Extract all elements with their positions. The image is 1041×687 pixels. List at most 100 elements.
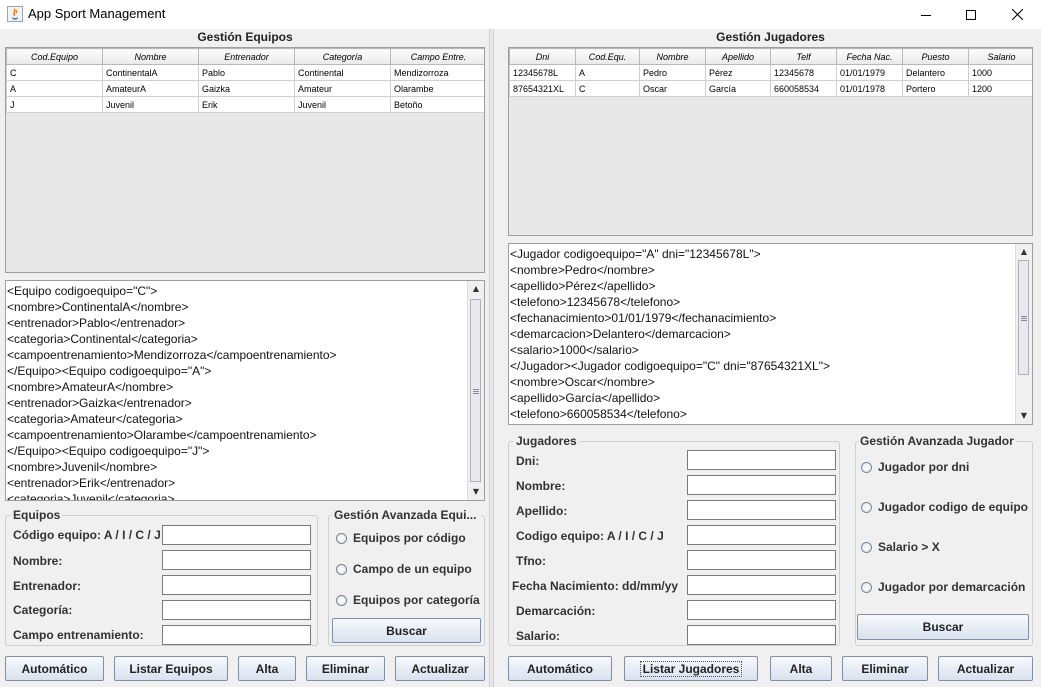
table-cell[interactable]: 12345678	[770, 64, 837, 81]
column-header[interactable]: Cod.Equipo	[6, 48, 103, 65]
equipos-automatico-button[interactable]: Automático	[5, 656, 104, 681]
table-row[interactable]: 12345678L A Pedro Pérez 12345678 01/01/1979 De…	[509, 64, 1032, 81]
table-cell[interactable]: A	[6, 80, 103, 97]
jugadores-automatico-button[interactable]: Automático	[508, 656, 612, 681]
radio-equipos-por-codigo[interactable]: Equipos por código	[336, 531, 466, 545]
column-header[interactable]: Fecha Nac.	[836, 48, 903, 65]
scroll-down-icon[interactable]: ▼	[468, 484, 484, 500]
table-row[interactable]: J Juvenil Erik Juvenil Betoño	[6, 96, 484, 113]
column-header[interactable]: Campo Entre.	[390, 48, 484, 65]
equipos-xml-textarea[interactable]: <Equipo codigoequipo="C"> <nombre>Contine…	[5, 280, 485, 501]
codigo-equipo-jugador-field[interactable]	[687, 525, 836, 545]
equipos-actualizar-button[interactable]: Actualizar	[395, 656, 485, 681]
table-cell[interactable]: Oscar	[639, 80, 706, 97]
radio-button-icon[interactable]	[336, 532, 347, 544]
dni-field[interactable]	[687, 450, 836, 470]
radio-jugador-por-dni[interactable]: Jugador por dni	[861, 460, 969, 474]
equipos-buscar-button[interactable]: Buscar	[332, 618, 481, 643]
table-cell[interactable]: Mendizorroza	[390, 64, 484, 81]
column-header[interactable]: Entrenador	[198, 48, 295, 65]
table-cell[interactable]: Betoño	[390, 96, 484, 113]
equipos-eliminar-button[interactable]: Eliminar	[306, 656, 385, 681]
radio-button-icon[interactable]	[861, 541, 872, 553]
table-row[interactable]: 87654321XL C Oscar García 660058534 01/01/197…	[509, 80, 1032, 97]
table-cell[interactable]: 12345678L	[509, 64, 576, 81]
scroll-thumb[interactable]	[470, 299, 481, 482]
column-header[interactable]: Dni	[509, 48, 576, 65]
tfno-field[interactable]	[687, 550, 836, 570]
entrenador-field[interactable]	[162, 575, 311, 595]
table-cell[interactable]: J	[6, 96, 103, 113]
table-cell[interactable]: 87654321XL	[509, 80, 576, 97]
listar-jugadores-button[interactable]: Listar Jugadores	[624, 656, 758, 681]
table-cell[interactable]: Portero	[902, 80, 969, 97]
jugadores-actualizar-button[interactable]: Actualizar	[938, 656, 1033, 681]
jugadores-xml-scrollbar[interactable]: ▲ ▼	[1015, 244, 1032, 424]
column-header[interactable]: Cod.Equ.	[575, 48, 640, 65]
fecha-nacimiento-field[interactable]	[687, 575, 836, 595]
column-header[interactable]: Categoría	[294, 48, 391, 65]
column-header[interactable]: Nombre	[639, 48, 706, 65]
table-cell[interactable]: Continental	[294, 64, 391, 81]
close-button[interactable]	[994, 0, 1040, 29]
table-cell[interactable]: 660058534	[770, 80, 837, 97]
equipos-alta-button[interactable]: Alta	[238, 656, 296, 681]
table-cell[interactable]: Pablo	[198, 64, 295, 81]
table-cell[interactable]: Pedro	[639, 64, 706, 81]
campo-entrenamiento-field[interactable]	[162, 625, 311, 645]
listar-equipos-button[interactable]: Listar Equipos	[114, 656, 228, 681]
categoria-field[interactable]	[162, 600, 311, 620]
jugadores-eliminar-button[interactable]: Eliminar	[842, 656, 928, 681]
radio-button-icon[interactable]	[336, 563, 347, 575]
salario-field[interactable]	[687, 625, 836, 645]
radio-button-icon[interactable]	[861, 581, 872, 593]
table-row[interactable]: C ContinentalA Pablo Continental Mendizorroz…	[6, 64, 484, 81]
nombre-jugador-field[interactable]	[687, 475, 836, 495]
equipos-table[interactable]: Cod.Equipo Nombre Entrenador Categoría Campo…	[5, 47, 485, 273]
apellido-field[interactable]	[687, 500, 836, 520]
table-cell[interactable]: Amateur	[294, 80, 391, 97]
table-cell[interactable]: Gaizka	[198, 80, 295, 97]
table-cell[interactable]: 1200	[968, 80, 1032, 97]
demarcacion-field[interactable]	[687, 600, 836, 620]
table-cell[interactable]: 1000	[968, 64, 1032, 81]
minimize-button[interactable]	[903, 0, 949, 29]
table-cell[interactable]: Juvenil	[294, 96, 391, 113]
jugadores-alta-button[interactable]: Alta	[770, 656, 832, 681]
jugadores-buscar-button[interactable]: Buscar	[857, 614, 1029, 640]
radio-salario-mayor-x[interactable]: Salario > X	[861, 540, 940, 554]
column-header[interactable]: Telf	[770, 48, 837, 65]
column-header[interactable]: Apellido	[705, 48, 771, 65]
table-cell[interactable]: AmateurA	[102, 80, 199, 97]
scroll-thumb[interactable]	[1018, 260, 1029, 375]
table-cell[interactable]: Pérez	[705, 64, 771, 81]
table-cell[interactable]: 01/01/1979	[836, 64, 903, 81]
radio-button-icon[interactable]	[861, 461, 872, 473]
column-header[interactable]: Nombre	[102, 48, 199, 65]
table-cell[interactable]: A	[575, 64, 640, 81]
maximize-button[interactable]	[948, 0, 994, 29]
radio-button-icon[interactable]	[861, 501, 872, 513]
column-header[interactable]: Salario	[968, 48, 1032, 65]
column-header[interactable]: Puesto	[902, 48, 969, 65]
split-pane-divider[interactable]	[489, 29, 494, 687]
nombre-equipo-field[interactable]	[162, 550, 311, 570]
radio-equipos-por-categoria[interactable]: Equipos por categoría	[336, 593, 480, 607]
scroll-up-icon[interactable]: ▲	[468, 281, 484, 297]
jugadores-xml-textarea[interactable]: <Jugador codigoequipo="A" dni="12345678L…	[508, 243, 1033, 425]
table-cell[interactable]: 01/01/1978	[836, 80, 903, 97]
radio-campo-de-un-equipo[interactable]: Campo de un equipo	[336, 562, 472, 576]
codigo-equipo-field[interactable]	[162, 525, 311, 545]
table-cell[interactable]: García	[705, 80, 771, 97]
radio-button-icon[interactable]	[336, 594, 347, 606]
scroll-down-icon[interactable]: ▼	[1016, 408, 1032, 424]
table-cell[interactable]: Erik	[198, 96, 295, 113]
table-cell[interactable]: ContinentalA	[102, 64, 199, 81]
jugadores-table[interactable]: Dni Cod.Equ. Nombre Apellido Telf Fecha Nac. P…	[508, 47, 1033, 236]
radio-jugador-por-demarcacion[interactable]: Jugador por demarcación	[861, 580, 1025, 594]
table-row[interactable]: A AmateurA Gaizka Amateur Olarambe	[6, 80, 484, 97]
table-cell[interactable]: Delantero	[902, 64, 969, 81]
scroll-up-icon[interactable]: ▲	[1016, 244, 1032, 260]
radio-jugador-codigo-equipo[interactable]: Jugador codigo de equipo	[861, 500, 1028, 514]
table-cell[interactable]: Olarambe	[390, 80, 484, 97]
